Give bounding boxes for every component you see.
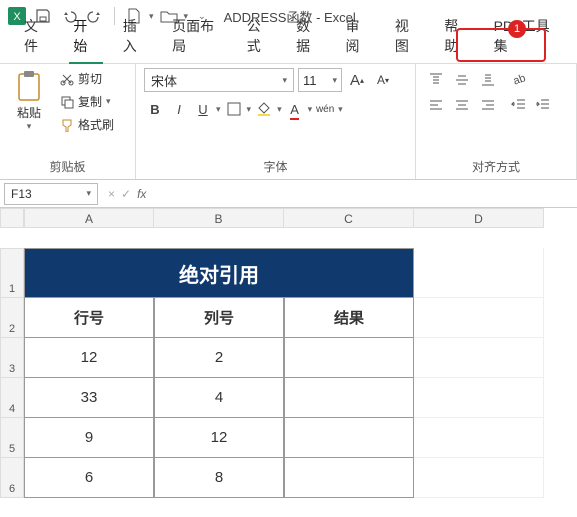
decrease-indent-button[interactable] [508, 94, 530, 116]
row-header[interactable]: 4 [0, 378, 24, 418]
align-middle-button[interactable] [450, 68, 474, 92]
align-right-button[interactable] [476, 94, 500, 118]
tab-insert[interactable]: 插入 [111, 10, 160, 63]
align-center-button[interactable] [450, 94, 474, 118]
merged-title-cell[interactable]: 绝对引用 [24, 248, 414, 298]
tab-file[interactable]: 文件 [12, 10, 61, 63]
col-header[interactable]: A [24, 208, 154, 228]
ribbon: 粘贴 ▾ 剪切 复制▾ 格式刷 剪贴板 宋体▾ 11▾ A▴ A▾ B I U▾… [0, 64, 577, 180]
font-size-select[interactable]: 11▾ [298, 68, 342, 92]
cell[interactable] [414, 298, 544, 338]
worksheet: A B C D 1 2 3 4 5 6 绝对引用 行号 列号 结果 12 2 [0, 208, 577, 498]
confirm-icon[interactable]: ✓ [121, 187, 131, 201]
formula-bar-row: F13▾ × ✓ fx [0, 180, 577, 208]
align-left-button[interactable] [424, 94, 448, 118]
row-header[interactable]: 5 [0, 418, 24, 458]
cell[interactable] [414, 458, 544, 498]
row-header[interactable]: 1 [0, 248, 24, 298]
group-label: 字体 [144, 156, 407, 177]
cell[interactable]: 列号 [154, 298, 284, 338]
bold-button[interactable]: B [144, 98, 166, 120]
phonetic-button[interactable]: wén [314, 98, 336, 120]
col-header[interactable]: B [154, 208, 284, 228]
underline-button[interactable]: U [192, 98, 214, 120]
tab-review[interactable]: 审阅 [334, 10, 383, 63]
tab-formula[interactable]: 公式 [235, 10, 284, 63]
cell[interactable] [414, 378, 544, 418]
paste-label: 粘贴 [17, 104, 41, 121]
group-label: 对齐方式 [424, 156, 568, 177]
align-bottom-button[interactable] [476, 68, 500, 92]
font-color-button[interactable]: A [284, 98, 306, 120]
cell[interactable]: 结果 [284, 298, 414, 338]
cell[interactable]: 33 [24, 378, 154, 418]
cell[interactable] [284, 338, 414, 378]
row-header[interactable]: 2 [0, 298, 24, 338]
column-headers: A B C D [24, 208, 577, 228]
name-box[interactable]: F13▾ [4, 183, 98, 205]
group-font: 宋体▾ 11▾ A▴ A▾ B I U▾ ▾ ▾ A▾ wén▾ 字体 [136, 64, 416, 179]
cell[interactable]: 行号 [24, 298, 154, 338]
row-headers: 1 2 3 4 5 6 [0, 248, 24, 498]
fill-color-button[interactable] [253, 98, 275, 120]
row-header[interactable]: 6 [0, 458, 24, 498]
tab-pdf[interactable]: PDF工具集 [482, 10, 569, 63]
group-align: ab 对齐方式 [416, 64, 577, 179]
fx-icon[interactable]: fx [137, 187, 146, 201]
tab-data[interactable]: 数据 [284, 10, 333, 63]
cell[interactable]: 9 [24, 418, 154, 458]
tab-view[interactable]: 视图 [383, 10, 432, 63]
row-header[interactable]: 3 [0, 338, 24, 378]
formula-input[interactable] [152, 184, 571, 204]
svg-text:ab: ab [512, 72, 527, 87]
tab-home[interactable]: 开始 [61, 10, 110, 63]
tab-layout[interactable]: 页面布局 [160, 10, 235, 63]
tab-help[interactable]: 帮助 [432, 10, 481, 63]
paste-button[interactable]: 粘贴 ▾ [8, 68, 50, 135]
chevron-down-icon: ▾ [27, 121, 32, 132]
col-header[interactable]: D [414, 208, 544, 228]
cell[interactable] [414, 248, 544, 298]
grow-font-button[interactable]: A▴ [346, 69, 368, 91]
orientation-button[interactable]: ab [508, 68, 530, 90]
font-name-select[interactable]: 宋体▾ [144, 68, 294, 92]
format-painter-button[interactable]: 格式刷 [56, 114, 118, 135]
shrink-font-button[interactable]: A▾ [372, 69, 394, 91]
callout-badge: 1 [508, 20, 526, 38]
cell[interactable] [284, 418, 414, 458]
italic-button[interactable]: I [168, 98, 190, 120]
cut-button[interactable]: 剪切 [56, 68, 118, 89]
border-button[interactable] [223, 98, 245, 120]
cancel-icon[interactable]: × [108, 187, 115, 201]
ribbon-tabs: 文件 开始 插入 页面布局 公式 数据 审阅 视图 帮助 PDF工具集 1 [0, 32, 577, 64]
cell[interactable] [414, 338, 544, 378]
cell[interactable]: 12 [24, 338, 154, 378]
cell[interactable]: 4 [154, 378, 284, 418]
align-top-button[interactable] [424, 68, 448, 92]
group-clipboard: 粘贴 ▾ 剪切 复制▾ 格式刷 剪贴板 [0, 64, 136, 179]
cell[interactable]: 12 [154, 418, 284, 458]
cell[interactable] [284, 378, 414, 418]
increase-indent-button[interactable] [532, 94, 554, 116]
cell[interactable]: 2 [154, 338, 284, 378]
select-all-corner[interactable] [0, 208, 24, 228]
copy-button[interactable]: 复制▾ [56, 91, 118, 112]
cell[interactable] [414, 418, 544, 458]
cell[interactable] [284, 458, 414, 498]
cell[interactable]: 6 [24, 458, 154, 498]
cell[interactable]: 8 [154, 458, 284, 498]
col-header[interactable]: C [284, 208, 414, 228]
group-label: 剪贴板 [8, 156, 127, 177]
